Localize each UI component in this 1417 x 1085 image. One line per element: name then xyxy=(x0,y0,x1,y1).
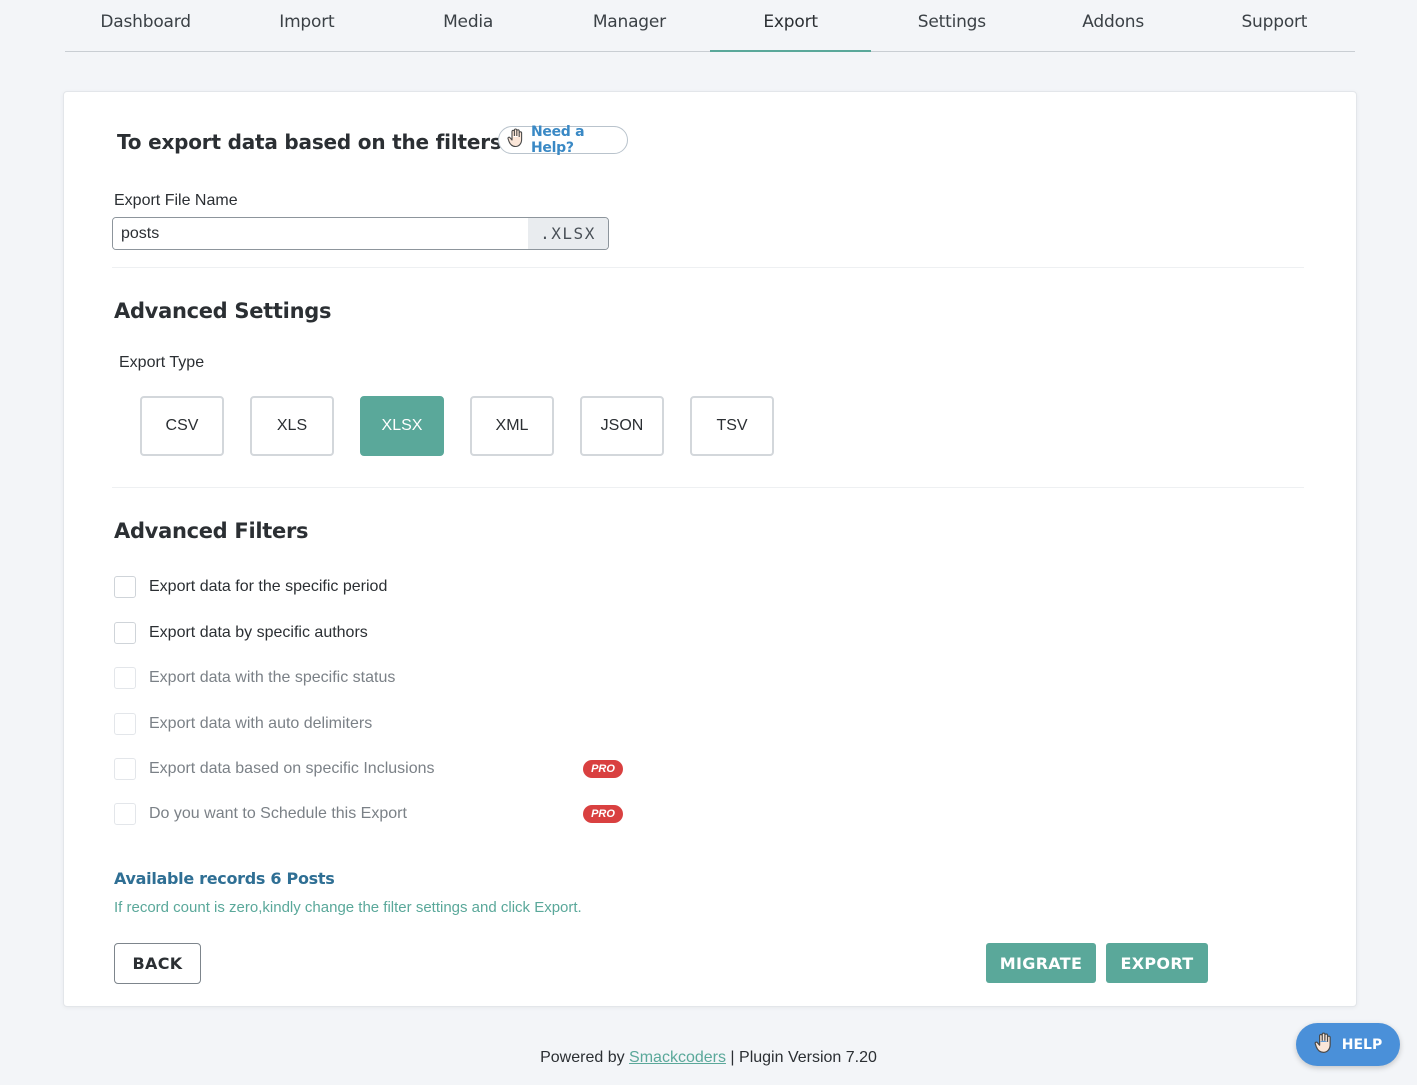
filter-specific-authors: Export data by specific authors xyxy=(114,622,634,644)
export-type-tsv[interactable]: TSV xyxy=(690,396,774,456)
help-floating-button[interactable]: HELP xyxy=(1296,1023,1400,1066)
filter-label: Export data for the specific period xyxy=(149,578,388,595)
footer-prefix: Powered by xyxy=(540,1049,630,1066)
filter-authors-checkbox[interactable] xyxy=(114,622,136,644)
filter-auto-delimiters: Export data with auto delimiters xyxy=(114,713,634,735)
tab-support[interactable]: Support xyxy=(1194,0,1355,51)
file-name-input[interactable] xyxy=(113,218,528,249)
advanced-filters-title: Advanced Filters xyxy=(114,519,309,543)
export-type-json[interactable]: JSON xyxy=(580,396,664,456)
filter-specific-period: Export data for the specific period xyxy=(114,576,634,598)
filter-status-checkbox[interactable] xyxy=(114,667,136,689)
tab-import[interactable]: Import xyxy=(226,0,387,51)
filter-label: Export data based on specific Inclusions xyxy=(149,760,435,777)
pro-badge: PRO xyxy=(583,805,623,823)
filter-period-checkbox[interactable] xyxy=(114,576,136,598)
filter-inclusions-checkbox[interactable] xyxy=(114,758,136,780)
filter-schedule-export: Do you want to Schedule this Export PRO xyxy=(114,803,634,825)
export-card: To export data based on the filters Need… xyxy=(63,91,1357,1007)
filter-schedule-checkbox[interactable] xyxy=(114,803,136,825)
file-name-label: Export File Name xyxy=(114,192,238,209)
need-help-button[interactable]: Need a Help? xyxy=(498,124,628,156)
file-name-group: .XLSX xyxy=(112,217,609,250)
filter-label: Export data with auto delimiters xyxy=(149,715,373,732)
export-type-xls[interactable]: XLS xyxy=(250,396,334,456)
filter-label: Do you want to Schedule this Export xyxy=(149,805,407,822)
tab-settings[interactable]: Settings xyxy=(871,0,1032,51)
page-title: To export data based on the filters xyxy=(117,130,502,154)
filter-specific-inclusions: Export data based on specific Inclusions… xyxy=(114,758,634,780)
export-type-xml[interactable]: XML xyxy=(470,396,554,456)
back-button[interactable]: BACK xyxy=(114,943,201,984)
export-type-group: CSV XLS XLSX XML JSON TSV xyxy=(140,396,774,456)
filter-label: Export data by specific authors xyxy=(149,624,368,641)
divider xyxy=(112,267,1304,268)
filter-label: Export data with the specific status xyxy=(149,669,396,686)
filter-specific-status: Export data with the specific status xyxy=(114,667,634,689)
footer-version: | Plugin Version 7.20 xyxy=(725,1049,877,1066)
tab-addons[interactable]: Addons xyxy=(1033,0,1194,51)
file-extension-addon: .XLSX xyxy=(528,218,608,249)
migrate-button[interactable]: MIGRATE xyxy=(986,943,1096,983)
available-records: Available records 6 Posts xyxy=(114,869,335,888)
export-type-xlsx[interactable]: XLSX xyxy=(360,396,444,456)
pro-badge: PRO xyxy=(583,760,623,778)
need-help-label: Need a Help? xyxy=(531,124,585,156)
export-type-csv[interactable]: CSV xyxy=(140,396,224,456)
divider xyxy=(112,487,1304,488)
tab-dashboard[interactable]: Dashboard xyxy=(65,0,226,51)
advanced-settings-title: Advanced Settings xyxy=(114,299,332,323)
records-note: If record count is zero,kindly change th… xyxy=(114,899,582,916)
footer: Powered by Smackcoders | Plugin Version … xyxy=(0,1049,1417,1067)
smackcoders-link[interactable]: Smackcoders xyxy=(629,1049,726,1066)
filter-delimiters-checkbox[interactable] xyxy=(114,713,136,735)
help-fab-label: HELP xyxy=(1341,1036,1383,1053)
tab-media[interactable]: Media xyxy=(388,0,549,51)
export-button[interactable]: EXPORT xyxy=(1106,943,1208,983)
tab-export[interactable]: Export xyxy=(710,0,872,52)
tab-manager[interactable]: Manager xyxy=(549,0,710,51)
hand-icon xyxy=(1314,1032,1334,1058)
export-type-label: Export Type xyxy=(119,354,205,371)
top-tab-nav: Dashboard Import Media Manager Export Se… xyxy=(65,0,1355,52)
hand-icon xyxy=(507,128,525,153)
